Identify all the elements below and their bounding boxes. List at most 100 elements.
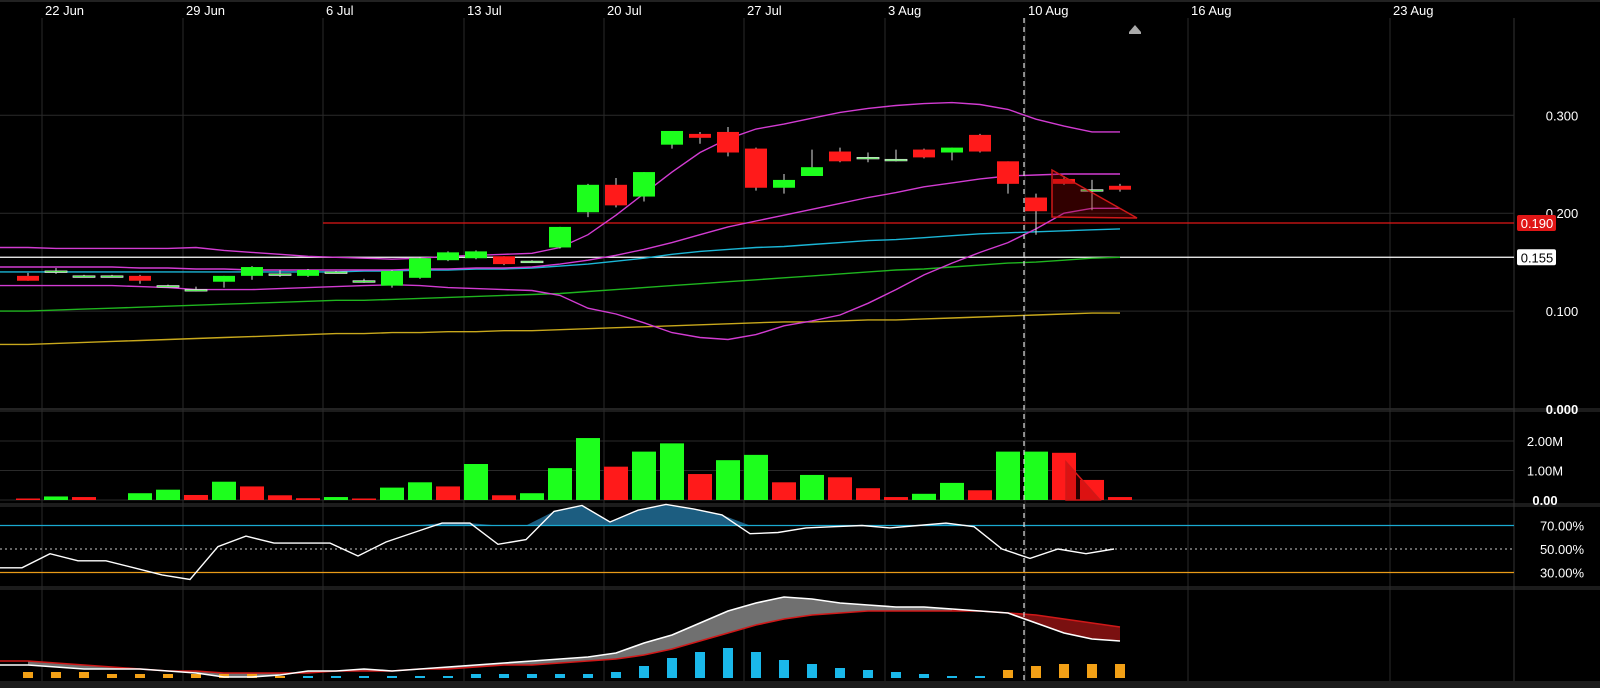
- volume-bar[interactable]: [968, 490, 992, 500]
- macd-histogram-bar[interactable]: [751, 652, 761, 678]
- candle-body[interactable]: [745, 148, 767, 188]
- candle-body[interactable]: [465, 251, 487, 259]
- macd-histogram-bar[interactable]: [1031, 666, 1041, 678]
- volume-bar[interactable]: [996, 451, 1020, 500]
- macd-histogram-bar[interactable]: [443, 676, 453, 678]
- macd-histogram-bar[interactable]: [583, 674, 593, 678]
- macd-histogram-bar[interactable]: [387, 676, 397, 678]
- macd-histogram-bar[interactable]: [1059, 664, 1069, 678]
- candle-body[interactable]: [661, 130, 683, 145]
- volume-bar[interactable]: [772, 482, 796, 500]
- volume-bar[interactable]: [520, 493, 544, 500]
- macd-histogram-bar[interactable]: [191, 674, 201, 678]
- macd-histogram-bar[interactable]: [807, 664, 817, 678]
- candle-body[interactable]: [1109, 185, 1131, 190]
- volume-bar[interactable]: [44, 496, 68, 500]
- candle-body[interactable]: [577, 184, 599, 213]
- candle-body[interactable]: [689, 133, 711, 138]
- volume-bar[interactable]: [632, 451, 656, 500]
- volume-bar[interactable]: [716, 460, 740, 500]
- candle-body[interactable]: [156, 285, 180, 288]
- macd-histogram-bar[interactable]: [415, 676, 425, 678]
- macd-histogram-bar[interactable]: [975, 676, 985, 678]
- macd-histogram-bar[interactable]: [1003, 670, 1013, 678]
- candle-body[interactable]: [268, 273, 292, 276]
- candle-body[interactable]: [409, 258, 431, 278]
- candle-body[interactable]: [856, 156, 880, 160]
- volume-bar[interactable]: [184, 494, 208, 500]
- macd-histogram-bar[interactable]: [135, 674, 145, 678]
- macd-histogram-bar[interactable]: [919, 674, 929, 678]
- macd-histogram-bar[interactable]: [471, 674, 481, 678]
- macd-histogram-bar[interactable]: [1115, 664, 1125, 678]
- volume-bar[interactable]: [268, 495, 292, 500]
- volume-bar[interactable]: [1024, 451, 1048, 500]
- macd-histogram-bar[interactable]: [23, 672, 33, 678]
- macd-histogram-bar[interactable]: [555, 674, 565, 678]
- candle-body[interactable]: [605, 184, 627, 206]
- volume-bar[interactable]: [856, 488, 880, 500]
- candle-body[interactable]: [520, 260, 544, 264]
- macd-histogram-bar[interactable]: [835, 668, 845, 678]
- macd-histogram-bar[interactable]: [667, 658, 677, 678]
- volume-bar[interactable]: [436, 486, 460, 500]
- volume-bar[interactable]: [576, 438, 600, 500]
- candle-body[interactable]: [381, 270, 403, 286]
- candle-body[interactable]: [829, 151, 851, 162]
- macd-histogram-bar[interactable]: [863, 670, 873, 678]
- candle-body[interactable]: [941, 147, 963, 153]
- volume-bar[interactable]: [940, 482, 964, 500]
- volume-bar[interactable]: [548, 468, 572, 500]
- volume-bar[interactable]: [380, 487, 404, 500]
- volume-bar[interactable]: [492, 495, 516, 500]
- candle-body[interactable]: [100, 275, 124, 278]
- macd-histogram-bar[interactable]: [1087, 664, 1097, 678]
- macd-histogram-bar[interactable]: [695, 652, 705, 678]
- macd-histogram-bar[interactable]: [611, 672, 621, 678]
- candle-body[interactable]: [17, 275, 39, 281]
- candle-body[interactable]: [184, 289, 208, 292]
- candle-body[interactable]: [884, 158, 908, 162]
- candle-body[interactable]: [969, 134, 991, 152]
- volume-bar[interactable]: [744, 454, 768, 500]
- volume-bar[interactable]: [72, 497, 96, 500]
- candle-body[interactable]: [213, 275, 235, 282]
- macd-histogram-bar[interactable]: [51, 672, 61, 678]
- volume-bar[interactable]: [688, 474, 712, 500]
- candle-body[interactable]: [717, 131, 739, 153]
- candle-body[interactable]: [997, 161, 1019, 184]
- candle-body[interactable]: [297, 269, 319, 276]
- candle-body[interactable]: [913, 149, 935, 158]
- chart-canvas[interactable]: 22 Jun 29 Jun 6 Jul 13 Jul 20 Jul 27 Jul 3 Aug…: [0, 0, 1600, 688]
- macd-histogram-bar[interactable]: [79, 672, 89, 678]
- volume-bar[interactable]: [296, 498, 320, 500]
- macd-histogram-bar[interactable]: [779, 660, 789, 678]
- candle-body[interactable]: [44, 270, 68, 273]
- candle-body[interactable]: [241, 267, 263, 276]
- volume-bar[interactable]: [1108, 497, 1132, 500]
- candle-body[interactable]: [1025, 197, 1047, 212]
- volume-bar[interactable]: [884, 497, 908, 500]
- candle-body[interactable]: [129, 275, 151, 281]
- volume-bar[interactable]: [240, 486, 264, 500]
- volume-bar[interactable]: [16, 498, 40, 501]
- macd-histogram-bar[interactable]: [723, 648, 733, 678]
- volume-bar[interactable]: [324, 497, 348, 500]
- candle-body[interactable]: [773, 179, 795, 188]
- candle-body[interactable]: [493, 256, 515, 265]
- candle-body[interactable]: [801, 167, 823, 176]
- candle-body[interactable]: [72, 275, 96, 278]
- macd-histogram-bar[interactable]: [163, 674, 173, 678]
- volume-bar[interactable]: [128, 493, 152, 500]
- macd-histogram-bar[interactable]: [527, 674, 537, 678]
- volume-bar[interactable]: [212, 481, 236, 500]
- macd-histogram-bar[interactable]: [275, 676, 285, 678]
- macd-histogram-bar[interactable]: [891, 672, 901, 678]
- candle-body[interactable]: [549, 226, 571, 248]
- volume-bar[interactable]: [604, 466, 628, 500]
- volume-bar[interactable]: [912, 493, 936, 500]
- macd-histogram-bar[interactable]: [947, 676, 957, 678]
- volume-bar[interactable]: [828, 477, 852, 500]
- volume-bar[interactable]: [464, 464, 488, 500]
- macd-histogram-bar[interactable]: [107, 674, 117, 678]
